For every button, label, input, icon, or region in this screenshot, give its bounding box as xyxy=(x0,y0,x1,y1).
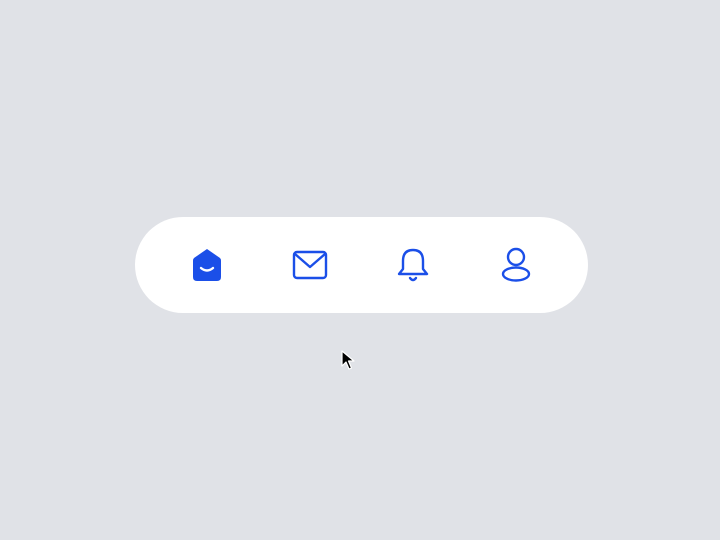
tab-home[interactable] xyxy=(175,233,239,297)
bottom-tab-bar xyxy=(135,217,588,313)
screen xyxy=(0,0,720,540)
home-icon xyxy=(193,249,221,281)
tab-profile[interactable] xyxy=(484,233,548,297)
user-icon xyxy=(501,247,531,282)
bell-icon xyxy=(397,248,429,282)
tab-notifications[interactable] xyxy=(381,233,445,297)
mouse-pointer-icon xyxy=(341,350,355,370)
tab-messages[interactable] xyxy=(278,233,342,297)
mail-icon xyxy=(292,250,328,280)
